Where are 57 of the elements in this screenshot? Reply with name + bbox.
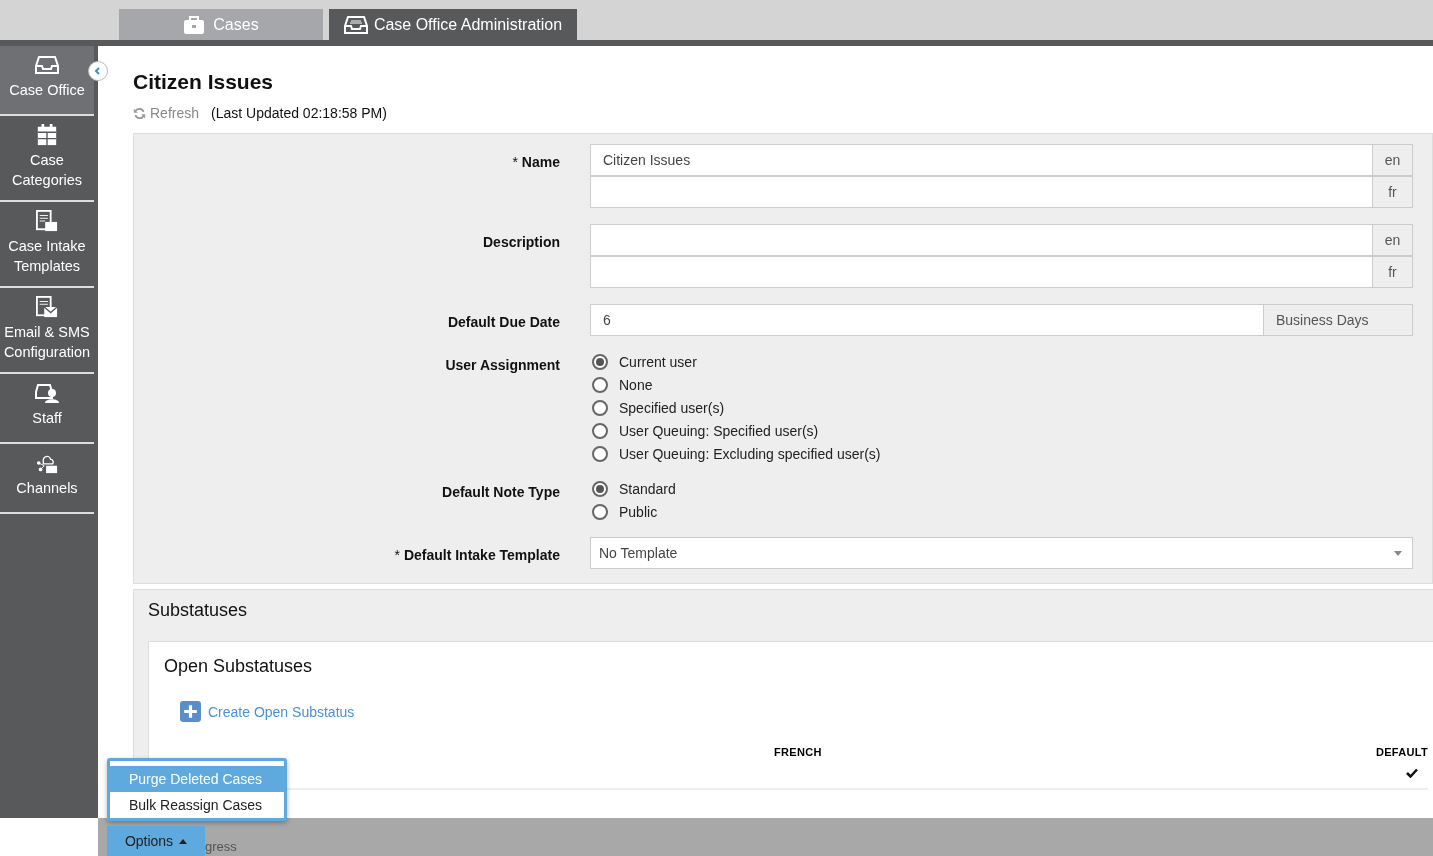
radio-label: Current user xyxy=(619,353,697,370)
collapse-sidebar-button[interactable] xyxy=(88,61,108,81)
language-addon: en xyxy=(1373,224,1413,256)
field-label: Description xyxy=(483,234,560,250)
text-input[interactable] xyxy=(590,256,1373,288)
inbox-icon xyxy=(343,14,368,35)
field-label: User Assignment xyxy=(445,357,560,373)
inbox-person-icon xyxy=(35,382,59,404)
document-envelope-icon xyxy=(35,296,59,318)
inbox-icon xyxy=(35,54,59,76)
required-mark: * xyxy=(394,547,400,563)
caret-icon xyxy=(1394,550,1402,556)
language-addon: fr xyxy=(1373,176,1413,208)
field-label: Default Due Date xyxy=(447,314,560,330)
calendar-grid-icon xyxy=(35,124,59,146)
sidebar-item[interactable]: Case Office xyxy=(0,46,94,116)
text-input[interactable] xyxy=(590,224,1373,256)
radio-label: Specified user(s) xyxy=(619,399,725,416)
document-briefcase-icon xyxy=(35,210,59,232)
radio-button[interactable] xyxy=(592,376,608,393)
radio-button[interactable] xyxy=(592,480,608,497)
refresh-icon xyxy=(133,106,146,120)
radio-button[interactable] xyxy=(592,503,608,520)
text-input[interactable] xyxy=(590,176,1373,208)
required-mark: * xyxy=(512,154,518,170)
language-addon: en xyxy=(1373,144,1413,176)
text-input[interactable]: Citizen Issues xyxy=(590,144,1373,176)
column-header: DEFAULT xyxy=(1376,746,1428,758)
radio-label: User Queuing: Excluding specified user(s) xyxy=(619,445,881,462)
radio-button[interactable] xyxy=(592,399,608,416)
field-label: Name xyxy=(521,154,560,170)
last-updated-text: (Last Updated 02:18:58 PM) xyxy=(211,105,387,121)
column-header: FRENCH xyxy=(774,746,823,758)
card-title: Open Substatuses xyxy=(164,656,314,677)
plus-icon xyxy=(180,701,201,722)
field-label: Default Intake Template xyxy=(403,547,560,563)
template-dropdown[interactable]: No Template xyxy=(590,537,1413,569)
radio-label: None xyxy=(619,376,653,393)
chevron-left-icon xyxy=(93,66,103,76)
radio-label: Standard xyxy=(619,480,676,497)
radio-button[interactable] xyxy=(592,422,608,439)
radio-button[interactable] xyxy=(592,445,608,462)
options-button[interactable]: Options xyxy=(107,826,205,856)
caret-icon xyxy=(179,838,188,844)
language-addon: fr xyxy=(1373,256,1413,288)
radio-button[interactable] xyxy=(592,353,608,370)
app-tab[interactable]: Case Office Administration xyxy=(329,9,577,40)
status-text: gress xyxy=(205,839,237,854)
number-input[interactable]: 6 xyxy=(590,304,1264,336)
menu-item[interactable]: Bulk Reassign Cases xyxy=(110,792,284,818)
refresh-button[interactable]: Refresh xyxy=(133,105,200,121)
page-title: Citizen Issues xyxy=(133,70,275,94)
radio-label: Public xyxy=(619,503,658,520)
radio-label: User Queuing: Specified user(s) xyxy=(619,422,819,439)
unit-addon: Business Days xyxy=(1264,304,1413,336)
section-title: Substatuses xyxy=(148,600,249,621)
field-label: Default Note Type xyxy=(442,484,560,500)
